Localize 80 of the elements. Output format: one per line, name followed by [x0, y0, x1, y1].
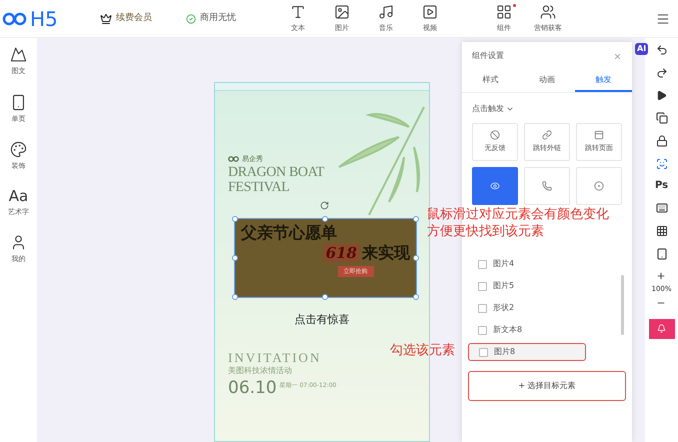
aa-icon: Aa [8, 188, 28, 204]
annotation-text: 鼠标滑过对应元素会有颜色变化 [427, 206, 609, 223]
copy-icon[interactable] [656, 112, 668, 124]
banner-title: 来实现 [362, 242, 410, 262]
panel-title: 组件设置 [472, 50, 504, 62]
crown-icon [100, 12, 112, 24]
circle-dot-icon [594, 181, 604, 191]
check-circle-icon [186, 14, 196, 24]
element-row[interactable]: 新文本8 [468, 321, 626, 339]
checkbox[interactable] [478, 326, 487, 334]
resize-handle[interactable] [232, 294, 238, 300]
annotation-text: 方便更快找到该元素 [427, 223, 545, 240]
person-icon [10, 234, 27, 251]
element-label: 新文本8 [493, 324, 522, 336]
panel-tab[interactable]: 触发 [575, 70, 632, 92]
poster-title: FESTIVAL [228, 180, 291, 194]
play-icon[interactable] [656, 90, 667, 101]
ai-badge[interactable]: AI [635, 43, 648, 55]
panel-tab[interactable]: 样式 [462, 70, 519, 92]
grid-icon[interactable] [656, 225, 668, 237]
resize-handle[interactable] [413, 216, 419, 222]
tap-text: 点击有惊喜 [294, 312, 350, 328]
zoom-in-icon[interactable] [656, 271, 666, 281]
date-text: 06.10 [228, 379, 277, 397]
checkbox[interactable] [479, 348, 488, 356]
select-target-button[interactable]: + 选择目标元素 [468, 371, 626, 401]
link-icon [542, 130, 552, 140]
element-label: 图片5 [493, 280, 514, 292]
event-text: 美图科技浓情活动 [228, 365, 293, 377]
banner-title: 父亲节心愿单 [241, 222, 338, 242]
undo-icon[interactable] [656, 44, 668, 56]
element-label: 图片8 [494, 346, 516, 358]
checkbox[interactable] [478, 282, 487, 290]
eye-icon [490, 181, 500, 191]
commercial-link[interactable]: 商用无忧 [186, 12, 236, 26]
redo-icon[interactable] [656, 67, 668, 79]
annotation-text: 勾选该元素 [390, 342, 455, 360]
logo[interactable]: H5 [0, 8, 82, 28]
scan-icon[interactable] [656, 158, 668, 170]
keyboard-icon[interactable] [656, 202, 668, 214]
poster-title: DRAGON BOAT [228, 164, 326, 180]
lock-icon[interactable] [656, 135, 668, 147]
logo-icon [2, 12, 28, 26]
resize-handle[interactable] [232, 216, 238, 222]
ban-icon [490, 130, 500, 140]
picture-icon [10, 46, 27, 63]
palette-icon [10, 141, 27, 158]
logo-text: H5 [30, 8, 58, 28]
music-note-icon [378, 4, 394, 20]
brand-logo-icon [228, 156, 239, 162]
ps-icon[interactable]: Ps [654, 181, 668, 191]
invitation-text: INVITATION [228, 350, 322, 365]
action-tile[interactable] [472, 167, 518, 205]
member-link[interactable]: 续费会员 [100, 12, 152, 26]
grid-icon [496, 4, 512, 20]
scrollbar-thumb[interactable] [621, 275, 624, 335]
banner-number: 618 [322, 244, 360, 262]
trigger-dropdown[interactable]: 点击触发 [462, 103, 524, 115]
picture-icon [334, 4, 350, 20]
people-icon [540, 4, 556, 20]
element-label: 形状2 [493, 302, 514, 314]
element-label: 图片4 [493, 258, 514, 270]
panel-tab[interactable]: 动画 [518, 70, 576, 92]
resize-handle[interactable] [232, 254, 238, 260]
menu-icon[interactable] [656, 12, 670, 26]
checkbox[interactable] [478, 304, 487, 312]
close-icon[interactable] [613, 52, 622, 60]
rotate-icon[interactable] [320, 200, 329, 210]
help-button[interactable] [648, 318, 674, 338]
resize-handle[interactable] [322, 216, 328, 222]
element-row[interactable]: 形状2 [468, 299, 626, 317]
bell-icon [657, 324, 666, 333]
element-row[interactable]: 图片4 [468, 255, 626, 273]
chevron-down-icon [506, 105, 514, 113]
play-square-icon [422, 4, 438, 20]
checkbox[interactable] [478, 260, 487, 268]
element-row[interactable]: 图片5 [468, 277, 626, 295]
element-row[interactable]: 图片8 [468, 343, 586, 361]
tablet-icon[interactable] [656, 248, 668, 260]
letter-t-icon [290, 4, 306, 20]
